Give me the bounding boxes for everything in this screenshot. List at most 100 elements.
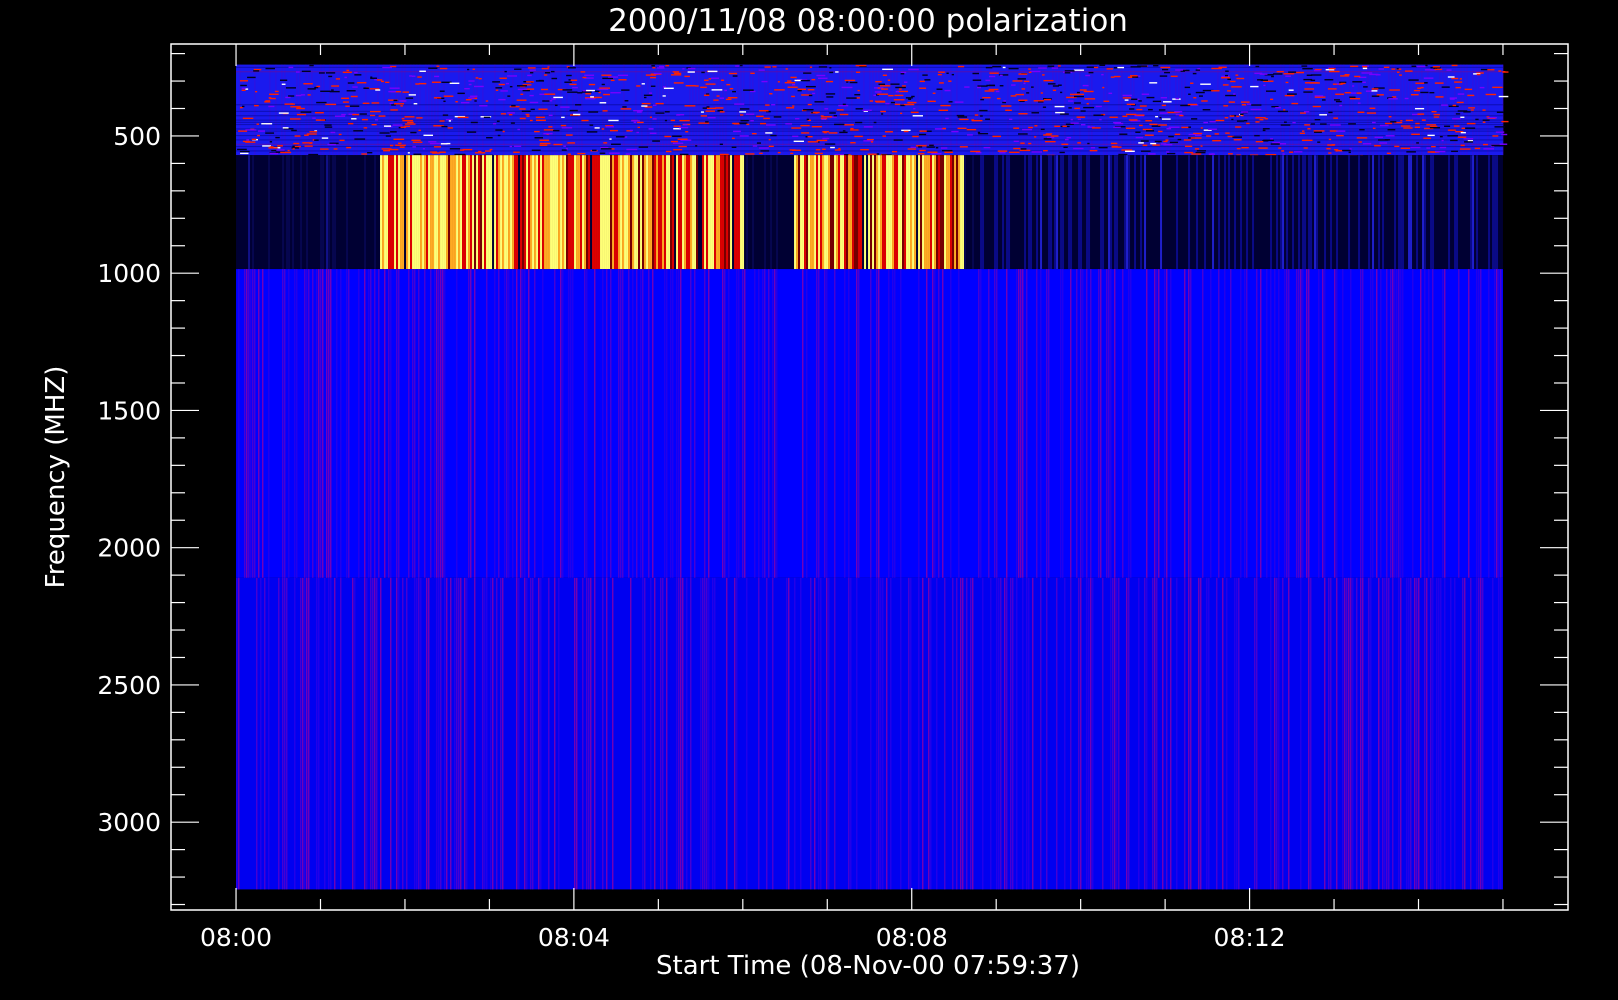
- noise-speck: [1499, 143, 1508, 145]
- noise-speck: [335, 78, 341, 80]
- stripe: [918, 577, 920, 890]
- stripe: [440, 577, 442, 890]
- stripe: [466, 577, 468, 890]
- stripe: [311, 64, 313, 156]
- noise-speck: [242, 117, 254, 120]
- noise-speck: [271, 149, 277, 152]
- stripe: [430, 269, 432, 578]
- burst-column: [306, 155, 309, 270]
- stripe: [665, 64, 667, 156]
- stripe: [606, 577, 608, 890]
- noise-speck: [759, 122, 767, 125]
- stripe: [1217, 64, 1219, 156]
- noise-speck: [652, 104, 657, 106]
- noise-speck: [650, 76, 656, 79]
- noise-speck: [1255, 117, 1266, 119]
- noise-speck: [1064, 72, 1071, 74]
- stripe: [678, 269, 680, 578]
- noise-speck: [493, 122, 497, 125]
- noise-speck: [1303, 147, 1308, 149]
- noise-speck: [1494, 126, 1506, 128]
- stripe: [1190, 577, 1192, 890]
- burst-column: [632, 155, 635, 270]
- noise-speck: [977, 131, 981, 134]
- stripe: [630, 577, 632, 890]
- stripe: [1439, 64, 1441, 156]
- burst-column: [1100, 155, 1103, 270]
- stripe: [454, 577, 456, 890]
- noise-speck: [829, 71, 834, 74]
- noise-speck: [983, 146, 991, 149]
- noise-speck: [594, 90, 600, 93]
- noise-speck: [881, 88, 889, 90]
- noise-speck: [1396, 68, 1399, 70]
- noise-speck: [464, 87, 470, 90]
- stripe: [524, 64, 526, 156]
- stripe: [548, 577, 550, 890]
- noise-speck: [1263, 139, 1274, 142]
- noise-speck: [354, 71, 358, 74]
- noise-speck: [652, 67, 656, 69]
- noise-speck: [346, 146, 352, 149]
- noise-speck: [530, 108, 535, 111]
- stripe: [437, 64, 439, 156]
- stripe: [594, 269, 596, 578]
- noise-speck: [1461, 127, 1466, 130]
- noise-speck: [1009, 151, 1020, 154]
- stripe: [742, 269, 744, 578]
- noise-speck: [1403, 127, 1413, 129]
- burst-column: [1040, 155, 1043, 270]
- noise-speck: [599, 152, 606, 154]
- noise-speck: [826, 96, 834, 98]
- burst-column: [860, 155, 863, 270]
- burst-column: [802, 155, 805, 270]
- noise-speck: [1258, 147, 1268, 149]
- stripe: [534, 269, 536, 578]
- burst-column: [520, 155, 523, 270]
- stripe: [1432, 269, 1434, 578]
- noise-speck: [876, 153, 880, 155]
- noise-speck: [269, 152, 279, 155]
- noise-speck: [346, 69, 350, 72]
- burst-column: [512, 155, 515, 270]
- burst-column: [838, 155, 841, 270]
- noise-speck: [1028, 126, 1033, 129]
- noise-speck: [795, 118, 800, 120]
- noise-speck: [1137, 65, 1148, 67]
- noise-speck: [708, 78, 712, 80]
- stripe: [1079, 64, 1081, 156]
- noise-speck: [1080, 110, 1086, 112]
- noise-speck: [1190, 137, 1202, 139]
- noise-speck: [1076, 116, 1086, 118]
- stripe: [1376, 269, 1378, 578]
- stripe: [676, 577, 678, 890]
- stripe: [1328, 577, 1330, 890]
- noise-speck: [900, 112, 903, 115]
- noise-speck: [1431, 145, 1436, 148]
- stripe: [316, 577, 318, 890]
- stripe: [1198, 577, 1200, 890]
- noise-speck: [1211, 67, 1223, 70]
- noise-speck: [938, 109, 949, 111]
- stripe: [260, 577, 262, 890]
- noise-speck: [1336, 83, 1339, 85]
- stripe: [1103, 64, 1105, 156]
- noise-speck: [588, 83, 596, 86]
- noise-speck: [683, 124, 688, 126]
- burst-column: [654, 155, 657, 270]
- burst-column: [552, 155, 555, 270]
- noise-speck: [457, 92, 465, 95]
- stripe: [1156, 269, 1158, 578]
- stripe: [1006, 269, 1008, 578]
- noise-speck: [1221, 77, 1230, 79]
- noise-speck: [1034, 125, 1038, 127]
- noise-speck: [641, 102, 651, 105]
- stripe: [602, 577, 604, 890]
- noise-speck: [400, 126, 407, 128]
- stripe: [1122, 269, 1124, 578]
- noise-speck: [862, 109, 872, 112]
- burst-column: [612, 155, 615, 270]
- noise-speck: [1301, 139, 1313, 142]
- stripe: [1300, 269, 1302, 578]
- noise-speck: [815, 149, 821, 151]
